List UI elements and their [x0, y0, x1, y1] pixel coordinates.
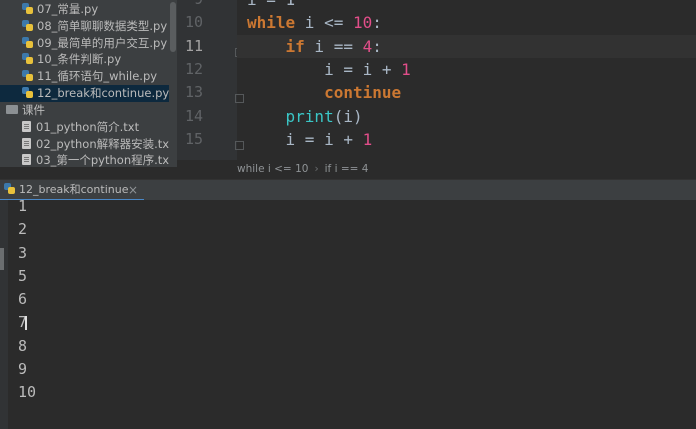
- console-output-line: 2: [18, 220, 28, 238]
- project-tree-scrollbar[interactable]: [169, 0, 177, 167]
- code-editor[interactable]: i = 1 while i <= 10: if i == 4: i = i + 1…: [237, 0, 696, 160]
- console-output-line: 6: [18, 290, 28, 308]
- code-token: if: [285, 36, 305, 56]
- tree-item-label: 02_python解释器安装.txt: [36, 137, 169, 151]
- text-cursor: [25, 316, 27, 330]
- tree-item[interactable]: 10_条件判断.py: [22, 51, 121, 68]
- code-line[interactable]: i = i + 1: [247, 128, 696, 151]
- tree-item-label: 08_简单聊聊数据类型.py: [37, 19, 168, 33]
- code-token: print: [285, 106, 334, 126]
- run-console[interactable]: 1 2 3 5 6 7 8 9 10: [0, 197, 696, 429]
- tree-item-label: 课件: [22, 103, 45, 117]
- code-token: i = i +: [285, 129, 363, 149]
- tree-item[interactable]: 02_python解释器安装.txt: [22, 136, 169, 153]
- folder-icon: [6, 105, 18, 114]
- console-output-line: 3: [18, 244, 28, 262]
- code-line[interactable]: while i <= 10:: [247, 11, 696, 34]
- python-file-icon: [4, 183, 15, 194]
- code-line[interactable]: i = i + 1: [247, 58, 696, 81]
- python-file-icon: [22, 53, 33, 64]
- line-number: 10: [184, 13, 203, 32]
- console-output-line: 8: [18, 337, 28, 355]
- line-number: 9: [177, 0, 203, 11]
- code-line[interactable]: print(i): [247, 105, 696, 128]
- console-output-line: 9: [18, 360, 28, 378]
- run-tab-label: 12_break和continue: [19, 183, 129, 196]
- tree-item[interactable]: 08_简单聊聊数据类型.py: [22, 18, 167, 35]
- code-token: while: [247, 13, 296, 33]
- code-line[interactable]: continue: [247, 81, 696, 104]
- text-file-icon: [22, 121, 31, 132]
- code-token: 1: [362, 129, 373, 149]
- code-token: i ==: [304, 36, 363, 56]
- code-token: 4: [362, 36, 373, 56]
- line-number: 13: [184, 83, 203, 102]
- text-file-icon: [22, 138, 31, 149]
- tree-item-label: 01_python简介.txt: [36, 120, 140, 134]
- code-token: (i): [333, 106, 363, 126]
- console-output-line: 10: [18, 383, 37, 401]
- tree-item-label: 09_最简单的用户交互.py: [37, 36, 168, 50]
- close-icon[interactable]: ×: [128, 180, 138, 200]
- text-file-icon: [22, 154, 31, 165]
- editor-gutter: 9 10 11 12 13 14 15: [177, 0, 244, 160]
- tree-item-label: 11_循环语句_while.py: [37, 69, 158, 83]
- project-tree: 07_常量.py 08_简单聊聊数据类型.py 09_最简单的用户交互.py 10_条…: [0, 0, 169, 167]
- breadcrumb: while i <= 10 › if i == 4: [237, 160, 696, 179]
- code-token: 1: [401, 59, 411, 79]
- tree-item[interactable]: 11_循环语句_while.py: [22, 68, 157, 85]
- code-token: continue: [324, 83, 402, 103]
- tree-item[interactable]: 09_最简单的用户交互.py: [22, 35, 167, 52]
- python-file-icon: [22, 3, 33, 14]
- breadcrumb-separator-icon: ›: [314, 163, 319, 175]
- console-gutter-marker: [0, 248, 4, 270]
- line-number: 12: [184, 59, 203, 78]
- code-token: i = 1: [247, 0, 295, 9]
- python-file-icon: [22, 37, 33, 48]
- code-token: :: [372, 13, 382, 33]
- tree-item[interactable]: 01_python简介.txt: [22, 119, 139, 136]
- tree-item-label: 07_常量.py: [37, 2, 99, 16]
- breadcrumb-item-while[interactable]: while i <= 10: [237, 163, 308, 175]
- tree-item[interactable]: 03_第一个python程序.txt: [22, 152, 169, 167]
- line-number: 11: [184, 36, 203, 55]
- console-output-line: 1: [18, 197, 28, 215]
- code-token: i <=: [295, 13, 353, 33]
- breadcrumb-item-if[interactable]: if i == 4: [325, 163, 369, 175]
- tree-item[interactable]: 12_break和continue.py: [0, 85, 169, 102]
- run-tool-window-tabs: 12_break和continue ×: [0, 179, 696, 201]
- console-gutter: [0, 200, 8, 429]
- python-file-icon: [22, 70, 33, 81]
- tree-item-label: 10_条件判断.py: [37, 52, 122, 66]
- python-file-icon: [22, 20, 33, 31]
- code-token: i = i +: [324, 59, 402, 79]
- scrollbar-thumb[interactable]: [170, 2, 176, 52]
- editor-area: 07_常量.py 08_简单聊聊数据类型.py 09_最简单的用户交互.py 10_条…: [0, 0, 696, 179]
- console-output-line: 5: [18, 267, 28, 285]
- tree-item[interactable]: 课件: [6, 102, 45, 119]
- line-number: 14: [184, 106, 203, 125]
- python-file-icon: [22, 87, 33, 98]
- code-line[interactable]: if i == 4:: [237, 34, 696, 58]
- tree-item-label: 03_第一个python程序.txt: [36, 153, 169, 167]
- code-token: :: [372, 36, 382, 56]
- tree-item-label: 12_break和continue.py: [37, 86, 169, 100]
- code-line[interactable]: i = 1: [247, 0, 696, 11]
- code-token: 10: [352, 13, 373, 33]
- tree-item[interactable]: 07_常量.py: [22, 1, 98, 18]
- line-number: 15: [184, 129, 203, 148]
